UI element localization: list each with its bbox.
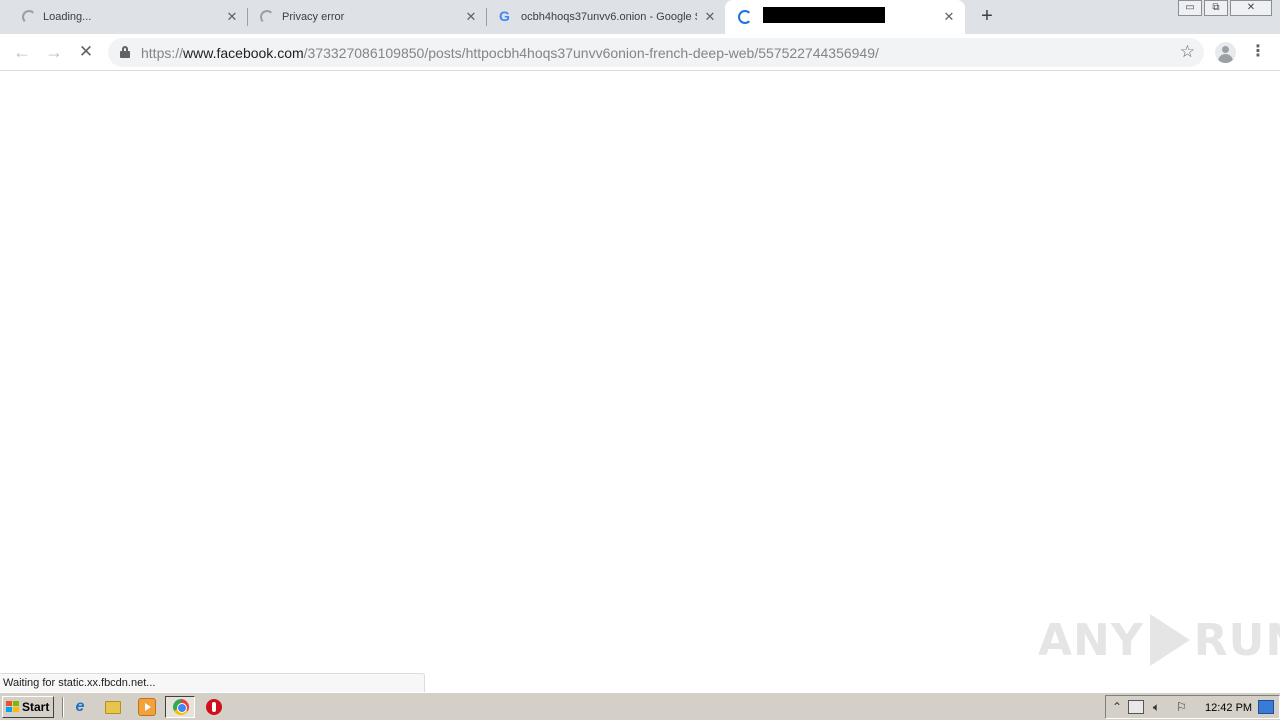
tab-title: Privacy error: [282, 11, 345, 23]
folder-icon[interactable]: [105, 701, 121, 714]
chrome-icon: [173, 699, 189, 715]
media-player-icon[interactable]: [138, 698, 156, 716]
window-controls: ▭ ⧉ ✕: [1176, 0, 1272, 16]
system-tray: ⌃ 🔈︎ ⚐ 12:42 PM: [1105, 695, 1280, 719]
taskbar-separator: [62, 697, 64, 717]
bookmark-star-icon[interactable]: ☆: [1180, 42, 1195, 62]
new-tab-button[interactable]: +: [977, 6, 997, 26]
tab-privacy-error[interactable]: Privacy error ✕: [248, 0, 484, 34]
network-icon[interactable]: [1128, 700, 1144, 714]
redacted-tab-title: [763, 7, 885, 23]
start-button[interactable]: Start: [2, 696, 54, 718]
profile-avatar-icon[interactable]: [1215, 42, 1236, 63]
close-icon[interactable]: ✕: [224, 9, 240, 25]
anyrun-watermark: ANY RUN: [1038, 612, 1280, 668]
tab-strip: Loading... ✕ Privacy error ✕ G ocbh4hoqs…: [0, 0, 1280, 34]
internet-explorer-icon[interactable]: e: [71, 698, 89, 716]
url-host: www.facebook.com: [183, 45, 304, 61]
close-icon[interactable]: ✕: [702, 9, 718, 25]
lock-icon[interactable]: [120, 46, 130, 58]
page-content: [0, 72, 1280, 692]
close-icon[interactable]: ✕: [941, 9, 957, 25]
volume-icon[interactable]: 🔈︎: [1153, 700, 1160, 714]
play-icon: [1149, 614, 1190, 666]
forward-button[interactable]: →: [42, 41, 66, 65]
menu-dots-icon[interactable]: ⋮: [1248, 43, 1268, 63]
status-bubble: Waiting for static.xx.fbcdn.net...: [0, 673, 425, 692]
watermark-text-left: ANY: [1038, 614, 1144, 666]
loading-spinner-icon: [22, 10, 36, 24]
url-text[interactable]: https://www.facebook.com/373327086109850…: [141, 45, 879, 61]
tab-active-redacted[interactable]: ✕: [725, 0, 965, 34]
clock[interactable]: 12:42 PM: [1205, 701, 1252, 715]
url-scheme: https://: [141, 45, 184, 61]
chrome-taskbar-button[interactable]: [165, 696, 195, 718]
back-button[interactable]: ←: [10, 41, 34, 65]
restore-button[interactable]: ⧉: [1204, 0, 1228, 16]
tab-title: ocbh4hoqs37unvv6.onion - Google S: [521, 11, 697, 23]
windows-logo-icon: [6, 701, 19, 713]
window-close-button[interactable]: ✕: [1230, 0, 1272, 16]
tab-loading-1[interactable]: Loading... ✕: [8, 0, 244, 34]
minimize-button[interactable]: ▭: [1178, 0, 1202, 16]
address-bar[interactable]: https://www.facebook.com/373327086109850…: [108, 38, 1204, 67]
windows-taskbar: Start e ⌃ 🔈︎ ⚐ 12:42 PM: [0, 692, 1280, 720]
show-desktop-icon[interactable]: [1258, 700, 1274, 714]
watermark-text-right: RUN: [1193, 614, 1280, 666]
tray-expand-icon[interactable]: ⌃: [1112, 700, 1122, 714]
google-icon: G: [499, 8, 510, 24]
tab-title: Loading...: [43, 11, 92, 23]
url-path: /373327086109850/posts/httpocbh4hoqs37un…: [303, 45, 879, 61]
action-center-flag-icon[interactable]: ⚐: [1176, 700, 1187, 714]
browser-toolbar: ← → ✕ https://www.facebook.com/373327086…: [0, 34, 1280, 71]
stop-loading-button[interactable]: ✕: [74, 41, 98, 65]
start-label: Start: [22, 700, 50, 714]
close-icon[interactable]: ✕: [463, 9, 479, 25]
opera-icon[interactable]: [206, 699, 222, 715]
tab-google-search[interactable]: G ocbh4hoqs37unvv6.onion - Google S ✕: [487, 0, 723, 34]
loading-spinner-icon: [738, 10, 752, 24]
loading-spinner-icon: [260, 10, 274, 24]
